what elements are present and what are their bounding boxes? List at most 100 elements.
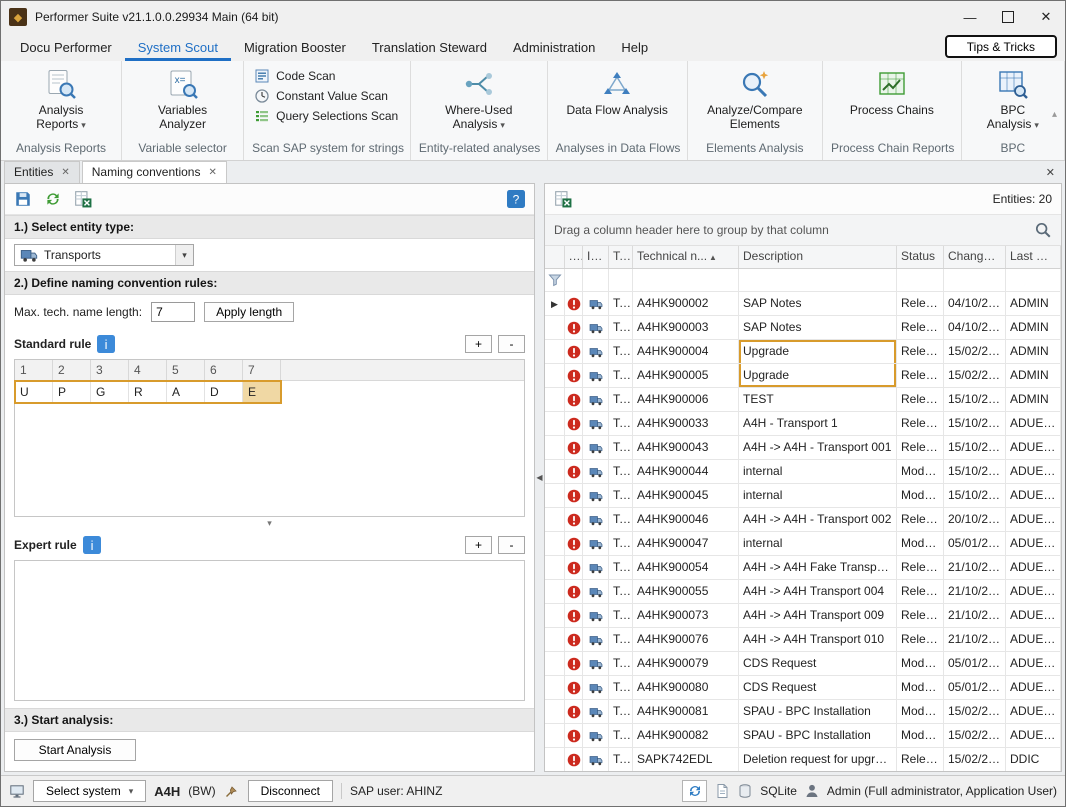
last-changed-by-cell[interactable]: ADUERR... bbox=[1006, 412, 1061, 435]
row-expander[interactable] bbox=[545, 652, 565, 675]
change-date-cell[interactable]: 15/02/20... bbox=[944, 364, 1006, 387]
last-changed-by-cell[interactable]: ADUERR... bbox=[1006, 484, 1061, 507]
row-expander[interactable] bbox=[545, 532, 565, 555]
status-cell[interactable]: Releas... bbox=[897, 292, 944, 315]
tab-close-icon[interactable]: ✕ bbox=[61, 167, 69, 178]
filter-cell-desc[interactable] bbox=[739, 269, 897, 291]
rule-cell[interactable]: P bbox=[53, 381, 91, 403]
row-expander[interactable] bbox=[545, 556, 565, 579]
table-row[interactable]: T...A4HK900006TESTReleas...15/10/20...AD… bbox=[545, 388, 1061, 412]
change-date-cell[interactable]: 15/10/20... bbox=[944, 484, 1006, 507]
technical-name-cell[interactable]: A4HK900044 bbox=[633, 460, 739, 483]
row-expander[interactable] bbox=[545, 340, 565, 363]
description-cell[interactable]: A4H -> A4H Transport 010 bbox=[739, 628, 897, 651]
status-cell[interactable]: Releas... bbox=[897, 364, 944, 387]
search-icon[interactable] bbox=[1034, 221, 1052, 239]
technical-name-cell[interactable]: A4HK900082 bbox=[633, 724, 739, 747]
row-expander[interactable] bbox=[545, 484, 565, 507]
table-row[interactable]: T...A4HK900046A4H -> A4H - Transport 002… bbox=[545, 508, 1061, 532]
error-cell[interactable] bbox=[565, 604, 583, 627]
column-header-type[interactable]: T... bbox=[609, 246, 633, 268]
last-changed-by-cell[interactable]: ADMIN bbox=[1006, 388, 1061, 411]
icon-cell[interactable] bbox=[583, 532, 609, 555]
icon-cell[interactable] bbox=[583, 388, 609, 411]
change-date-cell[interactable]: 15/02/20... bbox=[944, 748, 1006, 771]
row-expander[interactable] bbox=[545, 700, 565, 723]
doc-tab-entities[interactable]: Entities✕ bbox=[4, 161, 80, 183]
technical-name-cell[interactable]: A4HK900047 bbox=[633, 532, 739, 555]
description-cell[interactable]: A4H -> A4H Fake Transport 003 bbox=[739, 556, 897, 579]
last-changed-by-cell[interactable]: ADUERR... bbox=[1006, 508, 1061, 531]
column-header-tech[interactable]: Technical n...▲ bbox=[633, 246, 739, 268]
row-expander[interactable] bbox=[545, 580, 565, 603]
chevron-down-icon[interactable]: ▾ bbox=[175, 245, 193, 265]
technical-name-cell[interactable]: SAPK742EDL bbox=[633, 748, 739, 771]
type-cell[interactable]: T... bbox=[609, 364, 633, 387]
description-cell[interactable]: TEST bbox=[739, 388, 897, 411]
technical-name-cell[interactable]: A4HK900046 bbox=[633, 508, 739, 531]
column-header-icon[interactable]: Ic... bbox=[583, 246, 609, 268]
icon-cell[interactable] bbox=[583, 508, 609, 531]
description-cell[interactable]: A4H -> A4H - Transport 001 bbox=[739, 436, 897, 459]
technical-name-cell[interactable]: A4HK900076 bbox=[633, 628, 739, 651]
report-icon[interactable] bbox=[714, 783, 730, 799]
table-row[interactable]: T...SAPK742EDLDeletion request for upgra… bbox=[545, 748, 1061, 771]
ribbon-button-data-flow-analysis[interactable]: Data Flow Analysis bbox=[560, 65, 673, 120]
technical-name-cell[interactable]: A4HK900043 bbox=[633, 436, 739, 459]
refresh-icon[interactable] bbox=[44, 190, 62, 208]
menu-tab-system-scout[interactable]: System Scout bbox=[125, 33, 231, 61]
row-expander[interactable] bbox=[545, 316, 565, 339]
ribbon-collapse-chevron-icon[interactable]: ▴ bbox=[1052, 109, 1057, 120]
error-cell[interactable] bbox=[565, 316, 583, 339]
rule-cell[interactable]: A bbox=[167, 381, 205, 403]
status-cell[interactable]: Releas... bbox=[897, 556, 944, 579]
column-header-desc[interactable]: Description bbox=[739, 246, 897, 268]
filter-cell-change[interactable] bbox=[944, 269, 1006, 291]
last-changed-by-cell[interactable]: ADUERR... bbox=[1006, 580, 1061, 603]
table-row[interactable]: T...A4HK900076A4H -> A4H Transport 010Re… bbox=[545, 628, 1061, 652]
technical-name-cell[interactable]: A4HK900073 bbox=[633, 604, 739, 627]
last-changed-by-cell[interactable]: ADUERR... bbox=[1006, 532, 1061, 555]
change-date-cell[interactable]: 20/10/20... bbox=[944, 508, 1006, 531]
table-row[interactable]: T...A4HK900082SPAU - BPC InstallationMod… bbox=[545, 724, 1061, 748]
last-changed-by-cell[interactable]: DDIC bbox=[1006, 748, 1061, 771]
filter-cell-status[interactable] bbox=[897, 269, 944, 291]
error-cell[interactable] bbox=[565, 508, 583, 531]
table-row[interactable]: T...A4HK900003SAP NotesReleas...04/10/20… bbox=[545, 316, 1061, 340]
icon-cell[interactable] bbox=[583, 700, 609, 723]
ribbon-button-process-chains[interactable]: Process Chains bbox=[844, 65, 940, 120]
ribbon-button-constant-value-scan[interactable]: Constant Value Scan bbox=[254, 88, 388, 104]
rule-cell[interactable]: D bbox=[205, 381, 243, 403]
status-cell[interactable]: Releas... bbox=[897, 748, 944, 771]
description-cell[interactable]: SAP Notes bbox=[739, 292, 897, 315]
status-cell[interactable]: Modifi... bbox=[897, 460, 944, 483]
menu-tab-migration-booster[interactable]: Migration Booster bbox=[231, 33, 359, 61]
icon-cell[interactable] bbox=[583, 436, 609, 459]
icon-cell[interactable] bbox=[583, 316, 609, 339]
filter-cell-err[interactable] bbox=[565, 269, 583, 291]
icon-cell[interactable] bbox=[583, 628, 609, 651]
change-date-cell[interactable]: 15/02/20... bbox=[944, 700, 1006, 723]
column-header-status[interactable]: Status bbox=[897, 246, 944, 268]
icon-cell[interactable] bbox=[583, 604, 609, 627]
row-expander[interactable] bbox=[545, 460, 565, 483]
save-icon[interactable] bbox=[14, 190, 32, 208]
change-date-cell[interactable]: 15/10/20... bbox=[944, 388, 1006, 411]
type-cell[interactable]: T... bbox=[609, 292, 633, 315]
status-cell[interactable]: Modifi... bbox=[897, 700, 944, 723]
menu-tab-translation-steward[interactable]: Translation Steward bbox=[359, 33, 500, 61]
start-analysis-button[interactable]: Start Analysis bbox=[14, 739, 136, 761]
type-cell[interactable]: T... bbox=[609, 388, 633, 411]
error-cell[interactable] bbox=[565, 460, 583, 483]
change-date-cell[interactable]: 05/01/20... bbox=[944, 676, 1006, 699]
rule-cell[interactable]: R bbox=[129, 381, 167, 403]
row-expander[interactable] bbox=[545, 676, 565, 699]
group-by-bar[interactable]: Drag a column header here to group by th… bbox=[545, 215, 1061, 246]
description-cell[interactable]: A4H -> A4H - Transport 002 bbox=[739, 508, 897, 531]
change-date-cell[interactable]: 04/10/20... bbox=[944, 316, 1006, 339]
description-cell[interactable]: internal bbox=[739, 460, 897, 483]
doc-tab-naming-conventions[interactable]: Naming conventions✕ bbox=[82, 161, 227, 183]
description-cell[interactable]: CDS Request bbox=[739, 652, 897, 675]
error-cell[interactable] bbox=[565, 724, 583, 747]
table-row[interactable]: T...A4HK900054A4H -> A4H Fake Transport … bbox=[545, 556, 1061, 580]
